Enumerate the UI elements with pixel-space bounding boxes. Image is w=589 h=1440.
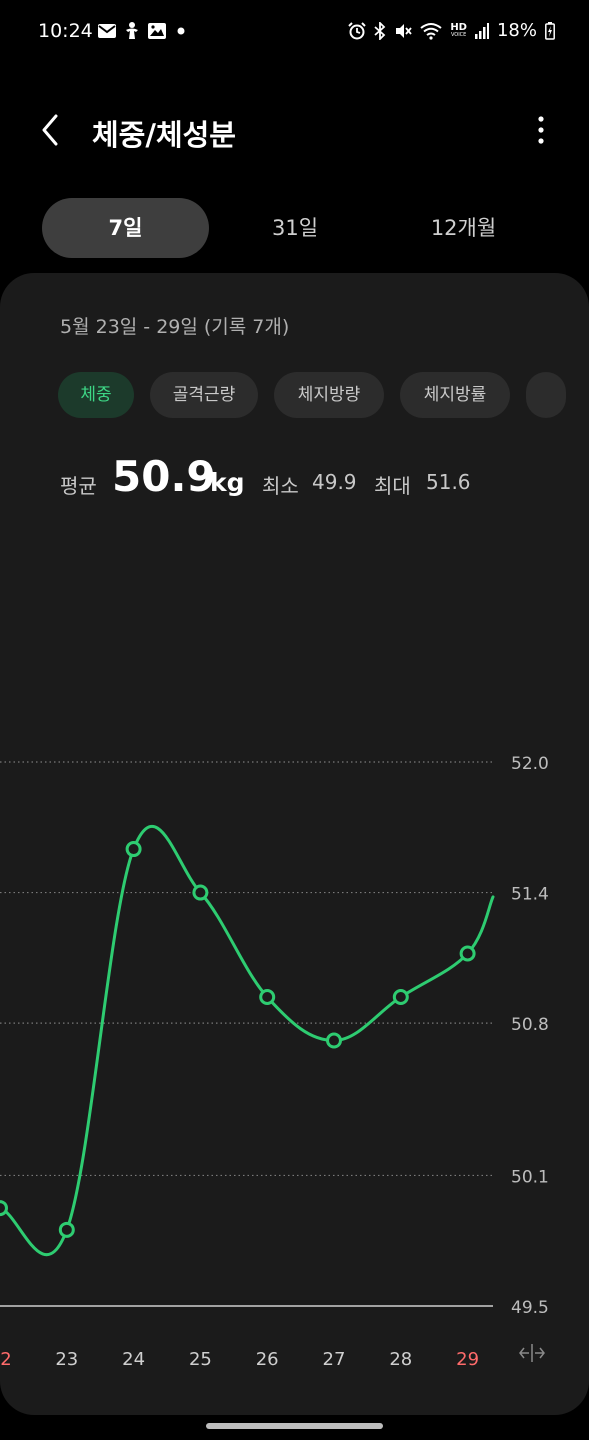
alarm-icon bbox=[348, 21, 367, 40]
y-tick-label: 52.0 bbox=[511, 754, 549, 774]
image-icon bbox=[148, 23, 166, 39]
x-tick-label: 28 bbox=[389, 1349, 412, 1370]
min-value: 49.9 bbox=[312, 470, 357, 494]
weight-series-line bbox=[0, 824, 495, 1257]
mail-icon bbox=[98, 24, 116, 38]
data-point bbox=[459, 945, 476, 962]
period-tabs: 7일 31일 12개월 bbox=[42, 198, 547, 258]
data-point bbox=[326, 1032, 342, 1049]
tab-12-months[interactable]: 12개월 bbox=[380, 198, 547, 258]
date-range: 5월 23일 - 29일 (기록 7개) bbox=[60, 316, 290, 338]
scroll-arrows-icon bbox=[519, 1344, 545, 1362]
min-label: 최소 bbox=[262, 474, 299, 498]
x-tick-label: 2 bbox=[0, 1349, 11, 1370]
y-tick-label: 50.8 bbox=[511, 1015, 549, 1035]
average-value: 50.9 bbox=[112, 452, 216, 501]
tab-7-days[interactable]: 7일 bbox=[42, 198, 209, 258]
max-value: 51.6 bbox=[426, 470, 471, 494]
back-arrow-icon[interactable] bbox=[34, 110, 70, 150]
home-indicator[interactable] bbox=[206, 1423, 383, 1429]
chip-weight[interactable]: 체중 bbox=[58, 372, 134, 418]
signal-icon bbox=[474, 22, 489, 39]
battery-percent: 18% bbox=[496, 20, 537, 41]
data-point bbox=[58, 1221, 75, 1238]
chip-more[interactable] bbox=[526, 372, 566, 418]
chip-body-fat-mass[interactable]: 체지방량 bbox=[274, 372, 384, 418]
accessibility-icon bbox=[124, 22, 140, 40]
x-tick-label: 23 bbox=[55, 1349, 78, 1370]
x-tick-label: 27 bbox=[323, 1349, 346, 1370]
weight-line-chart[interactable]: 52.0 51.4 50.8 50.1 49.5 2 23 24 25 26 27 28 29 bbox=[0, 700, 589, 1400]
data-point bbox=[0, 1200, 8, 1217]
y-tick-label: 49.5 bbox=[511, 1298, 549, 1318]
status-bar: 10:24 HD VOICE 18% bbox=[0, 0, 589, 64]
data-point bbox=[125, 841, 142, 858]
data-point bbox=[192, 884, 209, 901]
hd-voice-icon: HD VOICE bbox=[450, 23, 467, 38]
y-tick-label: 50.1 bbox=[511, 1167, 549, 1187]
bluetooth-icon bbox=[374, 21, 386, 40]
metric-chips: 체중 골격근량 체지방량 체지방률 bbox=[58, 372, 589, 420]
mute-icon bbox=[394, 22, 413, 40]
system-icons: HD VOICE 18% bbox=[348, 20, 555, 41]
voice-label: VOICE bbox=[450, 32, 467, 38]
weight-unit: kg bbox=[210, 468, 245, 497]
x-tick-label: 26 bbox=[256, 1349, 279, 1370]
more-options-icon[interactable] bbox=[533, 114, 549, 146]
wifi-icon bbox=[420, 22, 442, 40]
page-title: 체중/체성분 bbox=[92, 118, 236, 152]
average-label: 평균 bbox=[60, 474, 97, 498]
chip-body-fat-percent[interactable]: 체지방률 bbox=[400, 372, 510, 418]
notification-icons bbox=[98, 22, 188, 40]
x-tick-label: 24 bbox=[122, 1349, 145, 1370]
y-tick-label: 51.4 bbox=[511, 885, 549, 905]
x-tick-label: 25 bbox=[189, 1349, 212, 1370]
x-tick-label: 29 bbox=[456, 1349, 479, 1370]
data-point bbox=[259, 989, 276, 1006]
status-time: 10:24 bbox=[38, 20, 93, 42]
tab-31-days[interactable]: 31일 bbox=[212, 198, 378, 258]
dot-icon bbox=[174, 24, 188, 38]
app-header: 체중/체성분 bbox=[0, 100, 589, 164]
max-label: 최대 bbox=[374, 474, 411, 498]
battery-charging-icon bbox=[545, 21, 555, 40]
chip-skeletal-muscle[interactable]: 골격근량 bbox=[150, 372, 258, 418]
data-point bbox=[392, 989, 409, 1006]
weight-stats: 평균 50.9 kg 최소 49.9 최대 51.6 bbox=[60, 450, 560, 510]
